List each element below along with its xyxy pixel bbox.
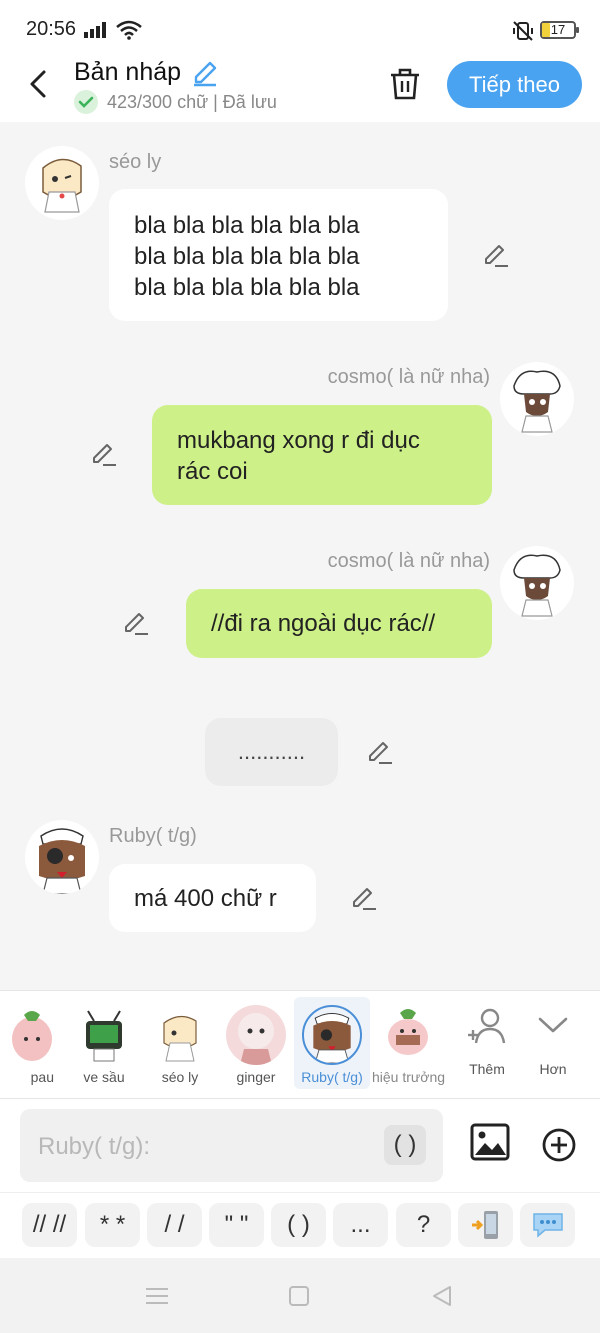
character-avatar-icon — [39, 828, 85, 894]
battery-icon: 17 — [540, 21, 579, 39]
message-bubble[interactable]: má 400 chữ r — [109, 864, 316, 932]
saved-check-icon — [74, 90, 98, 114]
parenthesis-button[interactable]: ( ) — [384, 1125, 426, 1165]
shortcut-quotes[interactable]: " " — [209, 1203, 264, 1247]
home-icon[interactable] — [288, 1285, 310, 1307]
input-row: Ruby( t/g): ( ) — [0, 1098, 600, 1192]
wifi-icon — [116, 20, 142, 40]
message-line: //đi ra ngoài dục rác// — [211, 610, 436, 637]
shortcut-parentheses[interactable]: ( ) — [271, 1203, 326, 1247]
more-button[interactable]: Hơn — [520, 997, 586, 1087]
back-triangle-icon[interactable] — [430, 1284, 454, 1308]
character-label: ginger — [236, 1069, 276, 1085]
avatar-seo-ly[interactable] — [25, 146, 99, 220]
shortcut-double-slash[interactable]: // // — [22, 1203, 77, 1247]
status-time: 20:56 — [26, 18, 77, 40]
character-avatar-icon — [513, 554, 561, 617]
character-avatar-icon — [2, 1005, 62, 1065]
shortcut-question[interactable]: ? — [396, 1203, 451, 1247]
word-count-status: 423/300 chữ | Đã lưu — [107, 92, 277, 112]
character-avatar-icon — [42, 158, 82, 213]
menu-icon[interactable] — [144, 1286, 170, 1306]
edit-message-icon[interactable] — [90, 440, 118, 468]
message-input[interactable]: Ruby( t/g): ( ) — [20, 1109, 443, 1182]
avatar-cosmo[interactable] — [500, 362, 574, 436]
message-bubble[interactable]: bla bla bla bla bla bla bla bla bla bla … — [109, 189, 448, 321]
speaker-name: cosmo( là nữ nha) — [327, 366, 490, 388]
character-strip: pau ve sầu séo ly ginger Ruby( t/g) hiệu… — [0, 990, 600, 1098]
message-line: bla bla bla bla bla bla — [134, 243, 360, 270]
add-person-icon — [468, 1008, 506, 1044]
page-title: Bản nháp — [74, 58, 182, 86]
edit-message-icon[interactable] — [122, 609, 150, 637]
image-icon[interactable] — [470, 1123, 510, 1161]
message-bubble[interactable]: //đi ra ngoài dục rác// — [186, 589, 492, 658]
character-avatar-icon — [150, 1005, 210, 1065]
add-icon[interactable] — [541, 1127, 577, 1163]
chat-area: séo ly bla bla bla bla bla bla bla bla b… — [0, 122, 600, 990]
character-ginger[interactable]: ginger — [218, 997, 294, 1089]
character-avatar-icon — [378, 1005, 438, 1065]
next-button[interactable]: Tiếp theo — [447, 61, 582, 108]
message-line: rác coi — [177, 458, 248, 485]
status-bar: 20:56 17 — [0, 0, 600, 56]
input-placeholder: Ruby( t/g): — [38, 1133, 151, 1160]
character-ve-sau[interactable]: ve sầu — [66, 997, 142, 1089]
character-avatar-icon — [302, 1005, 362, 1065]
shortcut-slash[interactable]: / / — [147, 1203, 202, 1247]
edit-message-icon[interactable] — [366, 738, 394, 766]
avatar-ruby[interactable] — [25, 820, 99, 894]
chat-bubble-icon — [533, 1213, 563, 1238]
character-label: Ruby( t/g) — [301, 1069, 363, 1085]
phone-arrow-icon — [472, 1211, 498, 1239]
battery-level: 17 — [550, 22, 566, 37]
message-line: bla bla bla bla bla bla — [134, 212, 360, 239]
trash-icon[interactable] — [388, 66, 422, 102]
message-bubble[interactable]: mukbang xong r đi dục rác coi — [152, 405, 492, 505]
add-character-button[interactable]: Thêm — [454, 997, 520, 1087]
character-avatar-icon — [226, 1005, 286, 1065]
message-line: ........... — [237, 739, 306, 764]
back-arrow-icon[interactable] — [24, 66, 54, 102]
character-ruby[interactable]: Ruby( t/g) — [294, 997, 370, 1089]
edit-title-icon[interactable] — [190, 58, 220, 88]
narration-bubble[interactable]: ........... — [205, 718, 338, 786]
header: Bản nháp 423/300 chữ | Đã lưu Tiếp theo — [0, 56, 600, 122]
chat-bubble-button[interactable] — [520, 1203, 575, 1247]
more-label: Hơn — [539, 1061, 567, 1077]
message-line: bla bla bla bla bla bla — [134, 274, 360, 301]
avatar-cosmo[interactable] — [500, 546, 574, 620]
character-pau[interactable]: pau — [0, 997, 70, 1089]
shortcut-row: // // * * / / " " ( ) ... ? — [0, 1192, 600, 1258]
speaker-name: cosmo( là nữ nha) — [327, 550, 490, 572]
character-hieu-truong[interactable]: hiệu trưởng — [370, 997, 446, 1089]
chevron-down-icon — [538, 1017, 568, 1033]
vibrate-off-icon — [513, 21, 533, 41]
signal-icon — [84, 22, 106, 38]
character-label: hiệu trưởng — [372, 1069, 446, 1085]
edit-message-icon[interactable] — [482, 241, 510, 269]
character-label: séo ly — [161, 1069, 199, 1085]
character-avatar-icon — [74, 1005, 134, 1065]
message-line: má 400 chữ r — [134, 885, 277, 912]
speaker-name: Ruby( t/g) — [109, 825, 197, 847]
character-seo-ly[interactable]: séo ly — [142, 997, 218, 1089]
speaker-name: séo ly — [109, 151, 162, 173]
character-avatar-icon — [513, 370, 561, 433]
phone-import-button[interactable] — [458, 1203, 513, 1247]
edit-message-icon[interactable] — [350, 884, 378, 912]
add-label: Thêm — [469, 1061, 505, 1077]
character-label: ve sầu — [83, 1069, 125, 1085]
message-line: mukbang xong r đi dục — [177, 427, 420, 454]
system-nav-bar — [0, 1258, 600, 1333]
shortcut-asterisk[interactable]: * * — [85, 1203, 140, 1247]
shortcut-ellipsis[interactable]: ... — [333, 1203, 388, 1247]
character-label: pau — [30, 1069, 54, 1085]
